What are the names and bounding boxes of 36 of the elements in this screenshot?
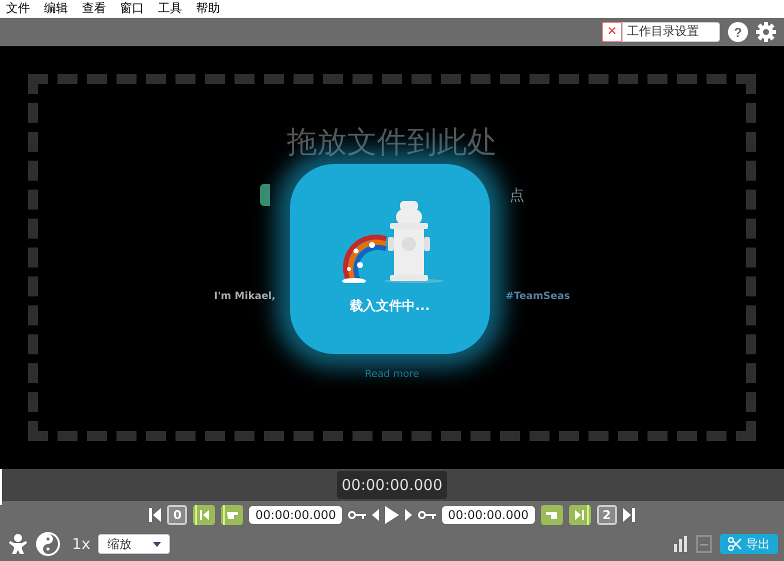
working-directory-button[interactable]: 工作目录设置 bbox=[622, 22, 720, 42]
menu-item[interactable]: 编辑 bbox=[44, 0, 68, 18]
settings-icon[interactable] bbox=[756, 22, 776, 42]
previous-frame-icon[interactable] bbox=[372, 508, 379, 520]
set-cut-start-icon[interactable] bbox=[193, 504, 216, 524]
caret-icon bbox=[153, 542, 162, 546]
play-icon[interactable] bbox=[385, 506, 399, 524]
menu-item[interactable]: 窗口 bbox=[120, 0, 144, 18]
close-icon[interactable]: × bbox=[602, 22, 622, 42]
next-frame-icon[interactable] bbox=[405, 508, 412, 520]
read-more-link[interactable]: Read more bbox=[364, 369, 420, 380]
menu-item[interactable]: 工具 bbox=[158, 0, 182, 18]
bar-chart-icon[interactable] bbox=[674, 536, 688, 552]
current-time: 00:00:00.000 bbox=[336, 471, 448, 500]
drop-title: 拖放文件到此处 bbox=[287, 124, 497, 162]
scissors-icon bbox=[728, 537, 742, 551]
baby-icon[interactable] bbox=[8, 533, 28, 555]
yin-yang-icon[interactable] bbox=[36, 532, 60, 556]
key-icon[interactable] bbox=[348, 510, 366, 520]
notice-text: #TeamSeas bbox=[505, 291, 570, 302]
menu-item[interactable]: 帮助 bbox=[196, 0, 220, 18]
key-icon[interactable] bbox=[418, 510, 436, 520]
jump-end-icon[interactable] bbox=[622, 508, 635, 522]
notice-text: I'm Mikael, bbox=[214, 291, 276, 302]
cut-end-field[interactable]: 00:00:00.000 bbox=[442, 506, 535, 524]
cut-start-field[interactable]: 00:00:00.000 bbox=[249, 506, 342, 524]
text-fragment: 点 bbox=[510, 186, 524, 205]
jump-start-icon[interactable] bbox=[149, 508, 162, 522]
button-edge bbox=[260, 184, 270, 206]
set-cut-end-icon[interactable] bbox=[568, 504, 591, 524]
menu-item[interactable]: 查看 bbox=[82, 0, 106, 18]
menu-item[interactable]: 文件 bbox=[6, 0, 30, 18]
help-icon[interactable]: ? bbox=[728, 22, 748, 42]
speed-label: 1x bbox=[72, 535, 90, 553]
loading-message: 载入文件中... bbox=[350, 298, 430, 316]
zoom-dropdown[interactable]: 缩放 bbox=[98, 534, 170, 554]
